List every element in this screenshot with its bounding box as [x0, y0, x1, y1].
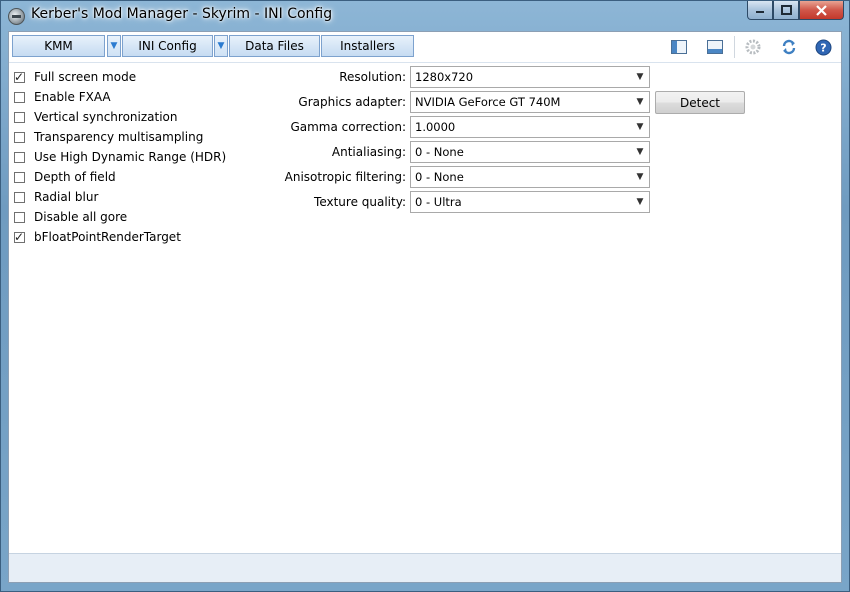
- gamma-correction-label: Gamma correction:: [290, 120, 406, 134]
- checkbox-label: Disable all gore: [34, 210, 128, 224]
- installers-button[interactable]: Installers: [321, 35, 414, 57]
- checkbox-row[interactable]: Transparency multisampling: [14, 127, 203, 147]
- window-title: Kerber's Mod Manager - Skyrim - INI Conf…: [31, 6, 333, 22]
- checkbox-label: Vertical synchronization: [34, 110, 178, 124]
- anisotropic-filtering-value: 0 - None: [415, 170, 464, 184]
- checkbox-label: bFloatPointRenderTarget: [34, 230, 181, 244]
- checkbox-label: Depth of field: [34, 170, 116, 184]
- client-area: KMM ▼ INI Config ▼ Data Files Installers…: [8, 31, 842, 583]
- checkbox-row[interactable]: Use High Dynamic Range (HDR): [14, 147, 226, 167]
- resolution-select[interactable]: 1280x720 ▼: [410, 66, 650, 88]
- toolbar: KMM ▼ INI Config ▼ Data Files Installers…: [9, 32, 841, 63]
- ini-config-dropdown-button[interactable]: ▼: [214, 35, 228, 57]
- maximize-icon: [780, 5, 792, 15]
- disable-gore-checkbox[interactable]: [14, 211, 25, 223]
- gamma-correction-select[interactable]: 1.0000 ▼: [410, 116, 650, 138]
- fxaa-checkbox[interactable]: [14, 91, 25, 103]
- chevron-down-icon[interactable]: ▼: [635, 122, 645, 132]
- svg-text:?: ?: [820, 41, 826, 54]
- title-bar[interactable]: Kerber's Mod Manager - Skyrim - INI Conf…: [1, 1, 849, 31]
- depth-of-field-checkbox[interactable]: [14, 171, 25, 183]
- checkbox-row[interactable]: Vertical synchronization: [14, 107, 177, 127]
- caption-buttons: [747, 1, 844, 22]
- checkbox-row[interactable]: Full screen mode: [14, 67, 136, 87]
- minimize-icon: [756, 11, 764, 13]
- checkbox-label: Use High Dynamic Range (HDR): [34, 150, 227, 164]
- vsync-checkbox[interactable]: [14, 111, 25, 123]
- checkbox-row[interactable]: Radial blur: [14, 187, 98, 207]
- refresh-icon[interactable]: [779, 37, 799, 57]
- chevron-down-icon[interactable]: ▼: [635, 197, 645, 207]
- texture-quality-select[interactable]: 0 - Ultra ▼: [410, 191, 650, 213]
- antialiasing-value: 0 - None: [415, 145, 464, 159]
- maximize-button[interactable]: [773, 1, 799, 20]
- minimize-button[interactable]: [747, 1, 773, 20]
- close-button[interactable]: [799, 1, 844, 20]
- chevron-down-icon: ▼: [217, 41, 225, 51]
- status-bar: [9, 553, 841, 582]
- radial-blur-checkbox[interactable]: [14, 191, 25, 203]
- chevron-down-icon[interactable]: ▼: [635, 97, 645, 107]
- transparency-msaa-checkbox[interactable]: [14, 131, 25, 143]
- chevron-down-icon[interactable]: ▼: [635, 147, 645, 157]
- checkbox-row[interactable]: Enable FXAA: [14, 87, 111, 107]
- texture-quality-value: 0 - Ultra: [415, 195, 462, 209]
- kmm-logo-icon[interactable]: [8, 8, 25, 25]
- help-icon[interactable]: ?: [813, 37, 833, 57]
- main-window: Kerber's Mod Manager - Skyrim - INI Conf…: [0, 0, 850, 592]
- kmm-button[interactable]: KMM: [12, 35, 105, 57]
- resolution-label: Resolution:: [339, 70, 406, 84]
- data-files-button[interactable]: Data Files: [229, 35, 320, 57]
- antialiasing-select[interactable]: 0 - None ▼: [410, 141, 650, 163]
- graphics-adapter-select[interactable]: NVIDIA GeForce GT 740M ▼: [410, 91, 650, 113]
- gamma-correction-value: 1.0000: [415, 120, 456, 134]
- kmm-dropdown-button[interactable]: ▼: [107, 35, 121, 57]
- checkbox-row[interactable]: Disable all gore: [14, 207, 127, 227]
- graphics-adapter-value: NVIDIA GeForce GT 740M: [415, 95, 561, 109]
- gear-icon[interactable]: [743, 37, 763, 57]
- chevron-down-icon[interactable]: ▼: [635, 72, 645, 82]
- bottom-panel-icon[interactable]: [705, 37, 725, 57]
- checkbox-row[interactable]: bFloatPointRenderTarget: [14, 227, 181, 247]
- chevron-down-icon[interactable]: ▼: [635, 172, 645, 182]
- texture-quality-label: Texture quality:: [314, 195, 406, 209]
- anisotropic-filtering-select[interactable]: 0 - None ▼: [410, 166, 650, 188]
- checkbox-label: Enable FXAA: [34, 90, 111, 104]
- checkbox-row[interactable]: Depth of field: [14, 167, 116, 187]
- detect-button[interactable]: Detect: [655, 91, 745, 114]
- checkbox-label: Radial blur: [34, 190, 99, 204]
- checkbox-label: Transparency multisampling: [34, 130, 204, 144]
- hdr-checkbox[interactable]: [14, 151, 25, 163]
- resolution-value: 1280x720: [415, 70, 474, 84]
- full-screen-checkbox[interactable]: [14, 71, 25, 83]
- close-icon: [816, 4, 827, 16]
- toolbar-separator: [734, 36, 735, 58]
- checkbox-label: Full screen mode: [34, 70, 137, 84]
- ini-config-button[interactable]: INI Config: [122, 35, 213, 57]
- anisotropic-filtering-label: Anisotropic filtering:: [284, 170, 406, 184]
- graphics-adapter-label: Graphics adapter:: [298, 95, 406, 109]
- chevron-down-icon: ▼: [110, 41, 118, 51]
- antialiasing-label: Antialiasing:: [331, 145, 406, 159]
- left-panel-icon[interactable]: [669, 37, 689, 57]
- float-point-render-target-checkbox[interactable]: [14, 231, 25, 243]
